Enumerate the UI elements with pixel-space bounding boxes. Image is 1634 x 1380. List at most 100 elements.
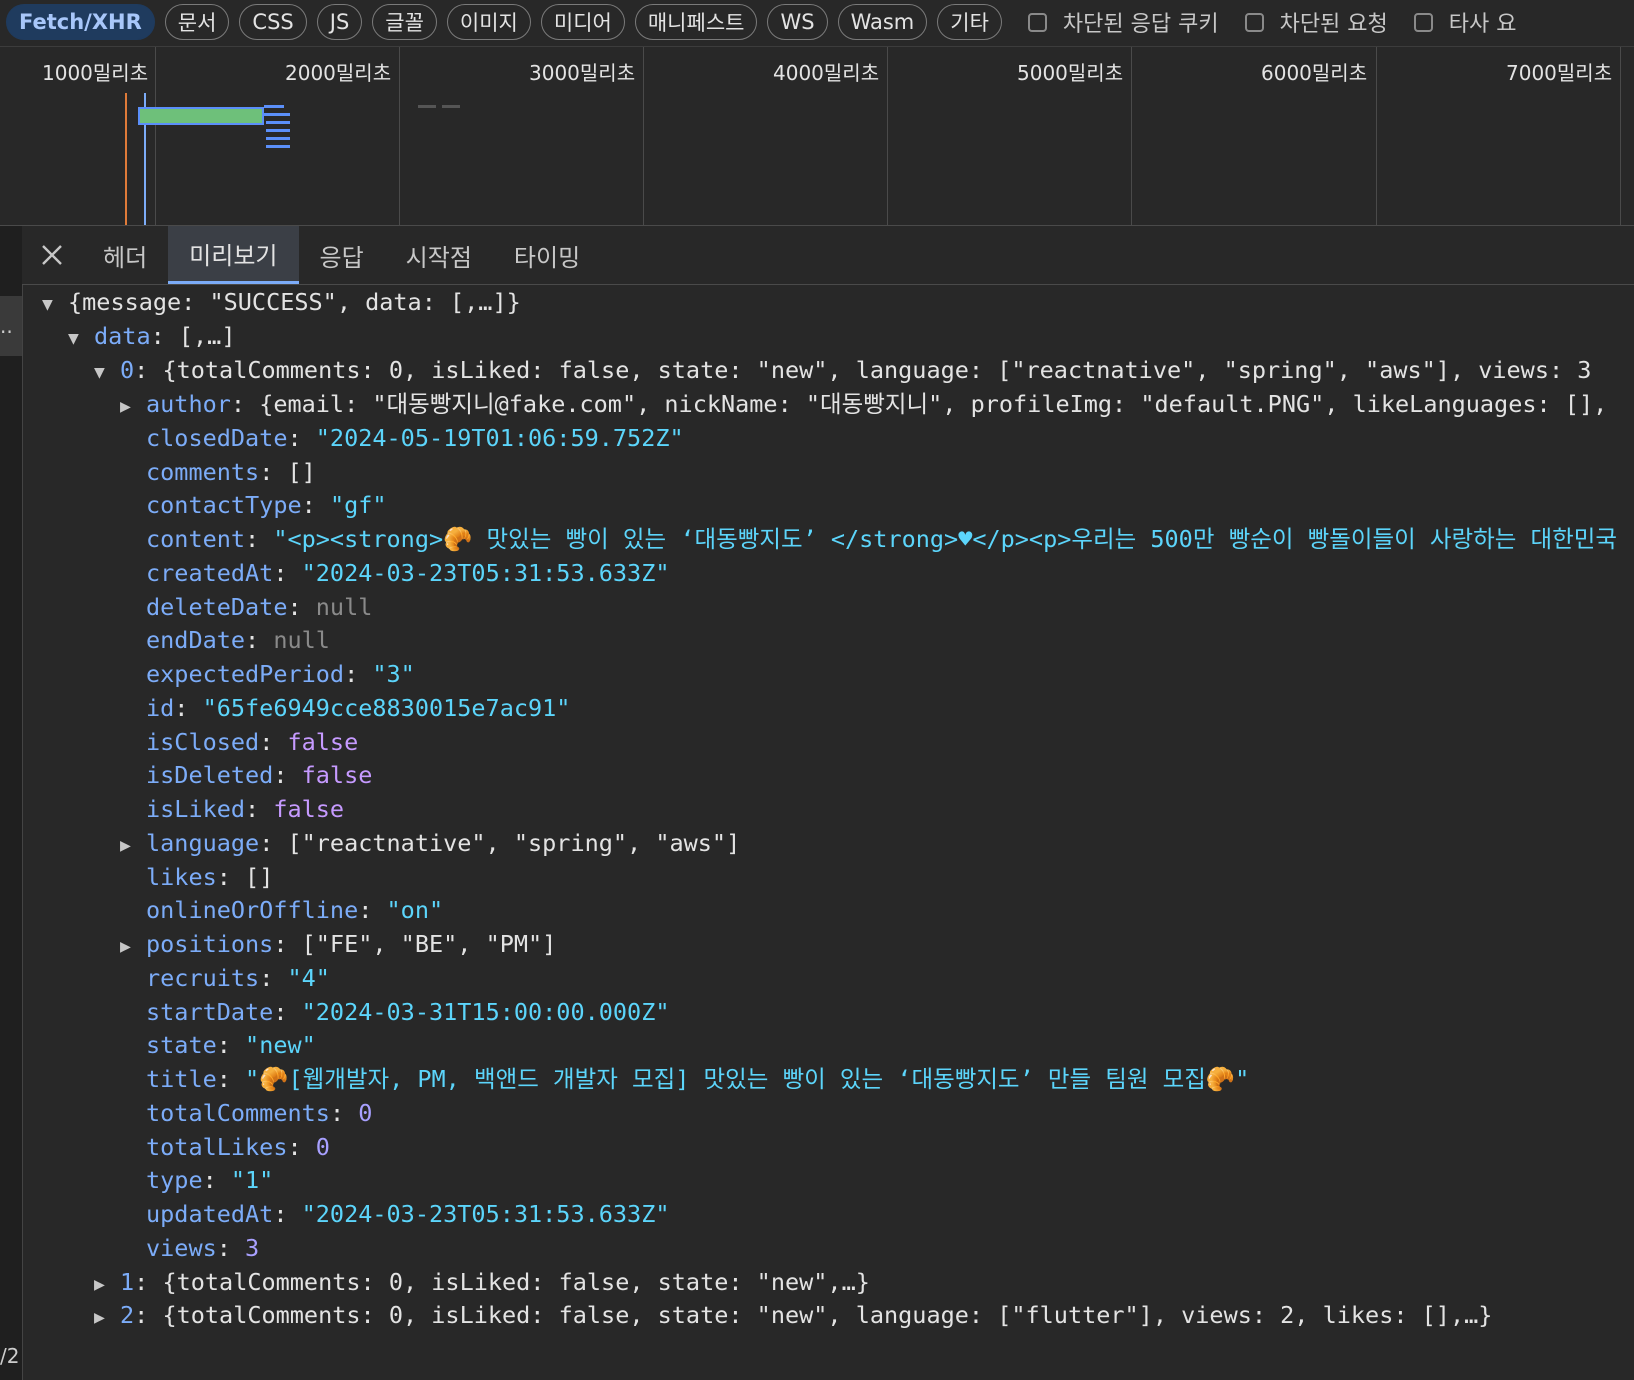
tree-row-field[interactable]: startDate: "2024-03-31T15:00:00.000Z": [120, 995, 670, 1030]
tree-value: null: [315, 593, 373, 621]
expand-triangle-icon[interactable]: ▼: [68, 321, 84, 356]
filter-chip-fetch-xhr[interactable]: Fetch/XHR: [6, 4, 155, 40]
tree-row-field[interactable]: totalComments: 0: [120, 1096, 372, 1131]
tree-key: onlineOrOffline: [146, 896, 359, 924]
tree-row-field[interactable]: totalLikes: 0: [120, 1130, 330, 1165]
tree-row-field[interactable]: comments: []: [120, 455, 316, 490]
request-bar[interactable]: [138, 107, 264, 125]
tree-row-field[interactable]: closedDate: "2024-05-19T01:06:59.752Z": [120, 421, 684, 456]
expand-triangle-icon[interactable]: ▼: [42, 287, 58, 322]
tree-row-field[interactable]: likes: []: [120, 860, 273, 895]
tree-row-field[interactable]: type: "1": [120, 1163, 273, 1198]
request-bar[interactable]: [264, 113, 290, 116]
timeline-gridline: [643, 47, 644, 225]
tree-value: "gf": [329, 491, 387, 519]
expand-triangle-icon[interactable]: ▶: [120, 389, 136, 424]
tree-row-field[interactable]: updatedAt: "2024-03-23T05:31:53.633Z": [120, 1197, 670, 1232]
tree-row-item-0[interactable]: ▼ 0: {totalComments: 0, isLiked: false, s…: [94, 353, 1591, 388]
filter-chip-other[interactable]: 기타: [937, 4, 1002, 40]
filter-chip-media[interactable]: 미디어: [540, 4, 625, 40]
tree-value: "🥐[웹개발자, PM, 백앤드 개발자 모집] 맛있는 빵이 있는 ‘대동빵지…: [245, 1065, 1250, 1093]
timeline-gridline: [155, 47, 156, 225]
request-list-edge[interactable]: ..: [0, 226, 23, 1380]
tree-key: createdAt: [146, 559, 274, 587]
filter-chip-js[interactable]: JS: [316, 4, 363, 40]
expand-triangle-icon[interactable]: ▶: [94, 1267, 110, 1302]
tree-row-item-collapsed[interactable]: ▶ 1: {totalComments: 0, isLiked: false, s…: [94, 1265, 870, 1300]
tree-value: false: [273, 795, 345, 823]
tree-row-field[interactable]: isClosed: false: [120, 725, 358, 760]
tree-key: deleteDate: [146, 593, 288, 621]
request-bar[interactable]: [266, 121, 290, 124]
tree-row-field[interactable]: id: "65fe6949cce8830015e7ac91": [120, 691, 570, 726]
json-preview-tree[interactable]: ▼ {message: "SUCCESS", data: [,…]} ▼ data:…: [22, 285, 1634, 1380]
timeline-tick-label: 6000밀리초: [1261, 61, 1368, 85]
tree-value: []: [245, 863, 274, 891]
truncated-request-name: ..: [0, 314, 13, 338]
tree-key: expectedPeriod: [146, 660, 345, 688]
filter-chip-img[interactable]: 이미지: [446, 4, 531, 40]
checkbox-box[interactable]: [1244, 12, 1264, 32]
tree-row-field[interactable]: createdAt: "2024-03-23T05:31:53.633Z": [120, 556, 670, 591]
tree-row-field[interactable]: isLiked: false: [120, 792, 344, 827]
tab-timing[interactable]: 타이밍: [493, 226, 601, 284]
tree-row-field[interactable]: endDate: null: [120, 623, 330, 658]
tree-row-field[interactable]: onlineOrOffline: "on": [120, 893, 443, 928]
third-party-checkbox[interactable]: 타사 요: [1413, 6, 1517, 38]
tree-row-field[interactable]: ▶ positions: ["FE", "BE", "PM"]: [120, 927, 556, 962]
tree-key: author: [146, 390, 231, 418]
tree-row-field[interactable]: deleteDate: null: [120, 590, 372, 625]
tree-value: "4": [287, 964, 330, 992]
request-bar[interactable]: [442, 105, 460, 108]
expand-triangle-icon[interactable]: ▶: [120, 828, 136, 863]
request-bar[interactable]: [266, 129, 290, 132]
tree-row-field[interactable]: ▶ language: ["reactnative", "spring", "aw…: [120, 826, 740, 861]
request-bar[interactable]: [418, 105, 436, 108]
tree-row-field[interactable]: state: "new": [120, 1028, 316, 1063]
tree-value: {totalComments: 0, isLiked: false, state…: [162, 356, 1592, 384]
tab-headers[interactable]: 헤더: [82, 226, 168, 284]
tab-response[interactable]: 응답: [299, 226, 385, 284]
tree-row-field[interactable]: ▶ author: {email: "대동빵지니@fake.com", nickN…: [120, 387, 1607, 422]
tree-row-item-collapsed[interactable]: ▶ 2: {totalComments: 0, isLiked: false, s…: [94, 1298, 1492, 1333]
tree-row-field[interactable]: views: 3: [120, 1231, 259, 1266]
tree-row-field[interactable]: isDeleted: false: [120, 758, 372, 793]
timeline-tick-label: 1000밀리초: [42, 61, 149, 85]
checkbox-box[interactable]: [1413, 12, 1433, 32]
filter-chip-doc[interactable]: 문서: [164, 4, 230, 40]
tree-value: null: [273, 626, 330, 654]
dom-content-loaded-line: [125, 93, 127, 225]
filter-chip-ws[interactable]: WS: [767, 4, 828, 40]
tree-row-root[interactable]: ▼ {message: "SUCCESS", data: [,…]}: [42, 285, 521, 320]
tree-row-data[interactable]: ▼ data: [,…]: [68, 319, 235, 354]
network-overview-timeline[interactable]: 1000밀리초 2000밀리초 3000밀리초 4000밀리초 5000밀리초 …: [0, 46, 1634, 226]
tree-key: 0: [120, 356, 135, 384]
request-bar[interactable]: [266, 137, 290, 140]
tree-value: "2024-03-23T05:31:53.633Z": [301, 1200, 670, 1228]
timeline-gridline: [1131, 47, 1132, 225]
expand-triangle-icon[interactable]: ▼: [94, 355, 110, 390]
timeline-gridline: [887, 47, 888, 225]
tree-value: "2024-03-31T15:00:00.000Z": [301, 998, 670, 1026]
filter-chip-wasm[interactable]: Wasm: [837, 4, 928, 40]
tree-key: 1: [120, 1268, 135, 1296]
tree-key: isLiked: [146, 795, 246, 823]
tree-row-field[interactable]: contactType: "gf": [120, 488, 387, 523]
request-bar[interactable]: [266, 145, 290, 148]
tab-preview[interactable]: 미리보기: [168, 226, 299, 284]
expand-triangle-icon[interactable]: ▶: [120, 929, 136, 964]
tree-row-field[interactable]: content: "<p><strong>🥐 맛있는 빵이 있는 ‘대동빵지도’…: [120, 522, 1634, 557]
blocked-cookies-checkbox[interactable]: 차단된 응답 쿠키: [1027, 6, 1219, 38]
tree-row-field[interactable]: recruits: "4": [120, 961, 330, 996]
tree-row-field[interactable]: expectedPeriod: "3": [120, 657, 415, 692]
checkbox-box[interactable]: [1027, 12, 1047, 32]
request-bar[interactable]: [264, 105, 284, 108]
tab-initiator[interactable]: 시작점: [385, 226, 493, 284]
tree-row-field[interactable]: title: "🥐[웹개발자, PM, 백앤드 개발자 모집] 맛있는 빵이 있…: [120, 1062, 1249, 1097]
expand-triangle-icon[interactable]: ▶: [94, 1300, 110, 1335]
blocked-requests-checkbox[interactable]: 차단된 요청: [1244, 6, 1388, 38]
filter-chip-font[interactable]: 글꼴: [372, 4, 437, 40]
close-icon[interactable]: [22, 226, 82, 284]
filter-chip-css[interactable]: CSS: [239, 4, 307, 40]
filter-chip-manifest[interactable]: 매니페스트: [634, 4, 758, 40]
